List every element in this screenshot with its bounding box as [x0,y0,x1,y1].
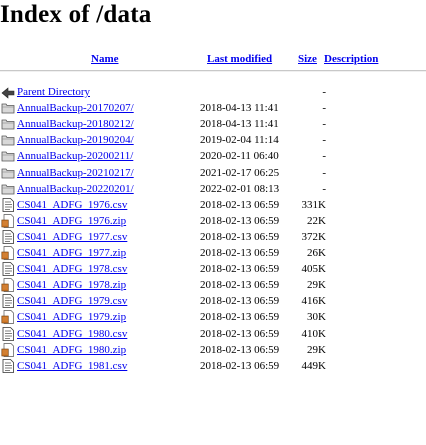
file-link[interactable]: CS041_ADFG_1978.csv [17,261,127,277]
back-icon [1,85,15,99]
header-divider [0,70,426,72]
file-link[interactable]: CS041_ADFG_1979.csv [17,293,127,309]
compressed-file-icon [1,342,15,357]
file-link[interactable]: AnnualBackup-20180212/ [17,116,134,132]
table-row: CS041_ADFG_1979.csv 2018-02-13 06:59 416K [0,293,426,309]
size-cell: 29K [307,343,326,356]
size-cell: - [322,150,326,163]
table-row: CS041_ADFG_1980.zip 2018-02-13 06:59 29K [0,342,426,358]
last-modified-cell: 2018-02-13 06:59 [200,198,280,211]
size-cell: 449K [301,359,326,372]
file-link[interactable]: CS041_ADFG_1976.zip [17,213,126,229]
last-modified-cell: 2021-02-17 06:25 [200,166,280,179]
folder-icon [1,101,15,115]
folder-icon [1,117,15,131]
compressed-file-icon [1,246,15,260]
last-modified-cell: 2018-02-13 06:59 [200,311,280,324]
last-modified-cell: 2018-02-13 06:59 [200,230,280,243]
last-modified-cell: 2019-02-04 11:14 [200,134,279,147]
file-link[interactable]: AnnualBackup-20220201/ [17,181,134,197]
last-modified-cell: 2018-02-13 06:59 [200,214,280,227]
text-file-icon [1,326,15,341]
table-row: AnnualBackup-20190204/2019-02-04 11:14 - [0,132,426,148]
file-link[interactable]: AnnualBackup-20170207/ [17,100,134,116]
table-row: AnnualBackup-20180212/2018-04-13 11:41 - [0,116,426,132]
table-row: CS041_ADFG_1980.csv 2018-02-13 06:59 410K [0,326,426,342]
last-modified-cell: 2018-02-13 06:59 [200,263,280,276]
size-cell: 22K [307,214,326,227]
folder-icon [1,149,15,163]
text-file-icon [1,294,15,309]
size-cell: - [322,134,326,147]
text-file-icon [1,358,15,373]
folder-icon [1,182,15,196]
last-modified-cell: 2018-04-13 11:41 [200,102,279,115]
compressed-file-icon [1,278,15,293]
file-link[interactable]: CS041_ADFG_1977.csv [17,229,127,245]
compressed-file-icon [1,310,15,325]
table-row: CS041_ADFG_1978.csv 2018-02-13 06:59 405K [0,261,426,277]
last-modified-cell: 2018-02-13 06:59 [200,247,280,259]
last-modified-cell: 2020-02-11 06:40 [200,150,279,163]
text-file-icon [1,197,15,212]
name-column-header[interactable]: Name [91,53,119,65]
table-row: CS041_ADFG_1979.zip 2018-02-13 06:59 30K [0,309,426,325]
file-link[interactable]: AnnualBackup-20190204/ [17,132,134,148]
table-row: CS041_ADFG_1976.csv 2018-02-13 06:59 331K [0,197,426,213]
file-link[interactable]: CS041_ADFG_1981.csv [17,358,127,374]
last-modified-cell: 2018-04-13 11:41 [200,118,279,131]
last-modified-column-header[interactable]: Last modified [207,53,272,65]
file-link[interactable]: CS041_ADFG_1978.zip [17,277,126,293]
size-cell: 405K [301,263,326,276]
folder-icon [1,166,15,180]
size-cell: 416K [301,295,326,308]
page-title: Index of /data [0,1,152,28]
table-row: CS041_ADFG_1978.zip 2018-02-13 06:59 29K [0,277,426,293]
file-link[interactable]: CS041_ADFG_1976.csv [17,197,127,213]
file-link[interactable]: CS041_ADFG_1979.zip [17,309,126,325]
table-row: AnnualBackup-20210217/2021-02-17 06:25 - [0,165,426,181]
size-cell: 26K [307,247,326,259]
file-link[interactable]: AnnualBackup-20200211/ [17,148,133,164]
description-column-header[interactable]: Description [324,53,378,65]
table-row: CS041_ADFG_1977.csv 2018-02-13 06:59 372K [0,229,426,245]
file-link[interactable]: CS041_ADFG_1980.zip [17,342,126,358]
size-cell: - [322,86,326,98]
table-row: CS041_ADFG_1981.csv 2018-02-13 06:59 449K [0,358,426,374]
size-cell: 410K [301,327,326,340]
size-cell: 331K [301,198,326,211]
size-cell: - [322,166,326,179]
size-cell: 29K [307,279,326,292]
table-row: AnnualBackup-20220201/2022-02-01 08:13 - [0,181,426,197]
size-cell: - [322,102,326,115]
last-modified-cell: 2018-02-13 06:59 [200,327,280,340]
text-file-icon [1,229,15,244]
size-cell: 30K [307,311,326,324]
last-modified-cell: 2018-02-13 06:59 [200,279,280,292]
parent-directory-link[interactable]: Parent Directory [17,84,90,100]
last-modified-cell: 2022-02-01 08:13 [200,182,280,195]
text-file-icon [1,262,15,276]
last-modified-cell: 2018-02-13 06:59 [200,295,280,308]
file-link[interactable]: AnnualBackup-20210217/ [17,165,134,181]
folder-icon [1,133,15,147]
size-column-header[interactable]: Size [298,53,317,65]
compressed-file-icon [1,213,15,228]
last-modified-cell: 2018-02-13 06:59 [200,343,280,356]
size-cell: - [322,118,326,131]
size-cell: 372K [301,230,326,243]
file-link[interactable]: CS041_ADFG_1980.csv [17,326,127,342]
table-row: AnnualBackup-20200211/2020-02-11 06:40 - [0,148,426,164]
table-row: CS041_ADFG_1976.zip 2018-02-13 06:59 22K [0,213,426,229]
last-modified-cell: 2018-02-13 06:59 [200,359,280,372]
file-link[interactable]: CS041_ADFG_1977.zip [17,245,126,261]
parent-directory-row: Parent Directory - [0,84,426,100]
table-row: CS041_ADFG_1977.zip 2018-02-13 06:59 26K [0,245,426,261]
table-row: AnnualBackup-20170207/2018-04-13 11:41 - [0,100,426,116]
size-cell: - [322,182,326,195]
